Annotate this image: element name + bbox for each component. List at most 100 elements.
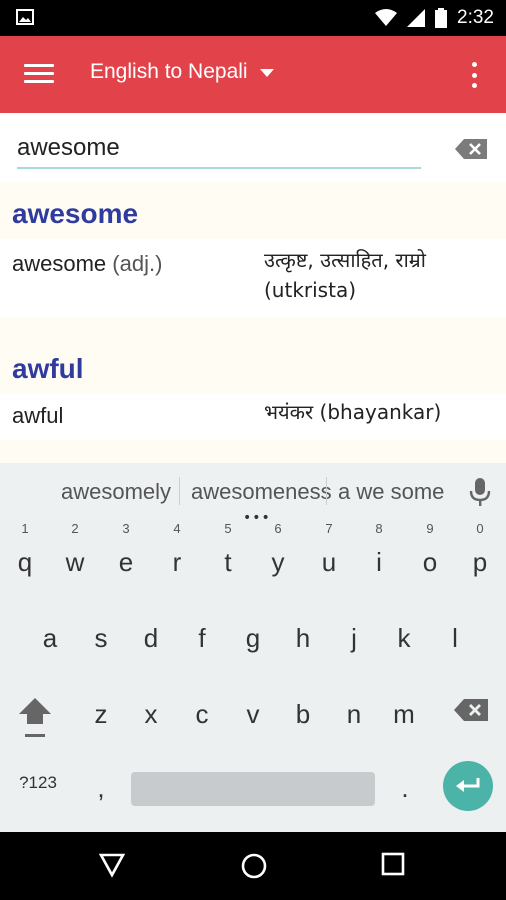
key-hint: 4 bbox=[173, 521, 181, 536]
more-vert-icon[interactable] bbox=[472, 62, 478, 88]
key-label: i bbox=[376, 547, 382, 577]
part-of-speech: (adj.) bbox=[112, 251, 163, 276]
key-t[interactable]: 5t bbox=[206, 521, 250, 578]
battery-icon bbox=[435, 8, 448, 28]
key-g[interactable]: g bbox=[231, 623, 275, 654]
suggestion-2[interactable]: awesomeness bbox=[191, 479, 332, 505]
suggestion-3[interactable]: a we some bbox=[338, 479, 444, 505]
image-notification-icon bbox=[16, 9, 34, 25]
nav-bar bbox=[0, 832, 506, 900]
key-hint: 0 bbox=[476, 521, 484, 536]
entry-word-text: awful bbox=[12, 403, 64, 428]
key-o[interactable]: 9o bbox=[408, 521, 452, 578]
key-f[interactable]: f bbox=[180, 623, 224, 654]
key-label: p bbox=[472, 547, 488, 577]
key-v[interactable]: v bbox=[231, 699, 275, 730]
transliteration-text: (utkrista) bbox=[264, 278, 357, 302]
list-item[interactable]: awful भयंकर (bhayankar) bbox=[0, 394, 506, 440]
symbols-key[interactable]: ?123 bbox=[15, 773, 61, 793]
space-key[interactable] bbox=[131, 772, 375, 806]
signal-icon bbox=[407, 9, 426, 27]
key-m[interactable]: m bbox=[382, 699, 426, 730]
key-a[interactable]: a bbox=[28, 623, 72, 654]
key-hint: 1 bbox=[21, 521, 29, 536]
key-w[interactable]: 2w bbox=[53, 521, 97, 578]
language-selector[interactable]: English to Nepali bbox=[90, 60, 274, 84]
key-r[interactable]: 4r bbox=[155, 521, 199, 578]
key-label: q bbox=[17, 547, 33, 577]
key-e[interactable]: 3e bbox=[104, 521, 148, 578]
backspace-key[interactable] bbox=[453, 698, 489, 722]
key-label: e bbox=[118, 547, 134, 577]
search-bar bbox=[0, 113, 506, 182]
suggestion-1[interactable]: awesomely bbox=[61, 479, 171, 505]
translation-text: उत्कृष्ट, उत्साहित, राम्रो bbox=[264, 248, 426, 272]
entry-translation: भयंकर (bhayankar) bbox=[264, 397, 494, 427]
key-hint: 9 bbox=[426, 521, 434, 536]
headword-row[interactable]: awful bbox=[0, 337, 506, 394]
key-c[interactable]: c bbox=[180, 699, 224, 730]
entry-word: awesome (adj.) bbox=[12, 251, 162, 277]
keyboard: awesomely awesomeness a we some ••• ?123… bbox=[0, 463, 506, 832]
key-b[interactable]: b bbox=[281, 699, 325, 730]
key-u[interactable]: 7u bbox=[307, 521, 351, 578]
list-item[interactable]: awesome (adj.) उत्कृष्ट, उत्साहित, राम्र… bbox=[0, 239, 506, 317]
entry-translation: उत्कृष्ट, उत्साहित, राम्रो (utkrista) bbox=[264, 245, 494, 305]
mic-icon[interactable] bbox=[469, 478, 491, 506]
key-y[interactable]: 6y bbox=[256, 521, 300, 578]
shift-key[interactable] bbox=[17, 696, 53, 740]
key-label: w bbox=[65, 547, 85, 577]
entry-word-text: awesome bbox=[12, 251, 107, 276]
key-h[interactable]: h bbox=[281, 623, 325, 654]
status-bar: 2:32 bbox=[0, 0, 506, 36]
key-z[interactable]: z bbox=[79, 699, 123, 730]
dropdown-caret-icon bbox=[259, 69, 274, 77]
suggestion-strip: awesomely awesomeness a we some ••• bbox=[0, 463, 506, 526]
results-list: awesome awesome (adj.) उत्कृष्ट, उत्साहि… bbox=[0, 182, 506, 463]
hamburger-menu-icon[interactable] bbox=[24, 64, 54, 86]
key-hint: 2 bbox=[71, 521, 79, 536]
key-hint: 8 bbox=[375, 521, 383, 536]
key-l[interactable]: l bbox=[433, 623, 477, 654]
key-n[interactable]: n bbox=[332, 699, 376, 730]
backspace-clear-icon[interactable] bbox=[454, 138, 488, 160]
key-label: u bbox=[321, 547, 337, 577]
key-hint: 3 bbox=[122, 521, 130, 536]
key-label: y bbox=[271, 547, 285, 577]
app-bar: English to Nepali bbox=[0, 36, 506, 113]
home-icon[interactable] bbox=[240, 852, 268, 880]
recents-icon[interactable] bbox=[381, 852, 405, 876]
clock: 2:32 bbox=[457, 7, 494, 28]
key-s[interactable]: s bbox=[79, 623, 123, 654]
comma-key[interactable]: , bbox=[79, 773, 123, 804]
key-x[interactable]: x bbox=[129, 699, 173, 730]
enter-arrow-icon bbox=[456, 778, 480, 792]
key-hint: 6 bbox=[274, 521, 282, 536]
period-key[interactable]: . bbox=[383, 773, 427, 804]
search-input[interactable] bbox=[17, 129, 421, 169]
back-icon[interactable] bbox=[98, 852, 126, 878]
app-title: English to Nepali bbox=[90, 60, 248, 83]
suggestion-divider bbox=[326, 477, 327, 505]
key-i[interactable]: 8i bbox=[357, 521, 401, 578]
key-q[interactable]: 1q bbox=[3, 521, 47, 578]
key-d[interactable]: d bbox=[129, 623, 173, 654]
entry-word: awful bbox=[12, 403, 63, 429]
headword: awesome bbox=[12, 198, 139, 229]
enter-key[interactable] bbox=[443, 761, 493, 811]
suggestion-divider bbox=[179, 477, 180, 505]
key-p[interactable]: 0p bbox=[458, 521, 502, 578]
key-k[interactable]: k bbox=[382, 623, 426, 654]
key-label: t bbox=[224, 547, 232, 577]
translation-text: भयंकर (bhayankar) bbox=[264, 400, 442, 424]
key-label: o bbox=[422, 547, 438, 577]
wifi-icon bbox=[375, 9, 398, 26]
key-hint: 7 bbox=[325, 521, 333, 536]
key-label: r bbox=[172, 547, 182, 577]
key-j[interactable]: j bbox=[332, 623, 376, 654]
key-area: ?123 , . 1q2w3e4r5t6y7u8i9o0pasdfghjklzx… bbox=[0, 519, 506, 832]
key-hint: 5 bbox=[224, 521, 232, 536]
divider bbox=[0, 317, 506, 337]
divider bbox=[0, 440, 506, 460]
headword-row[interactable]: awesome bbox=[0, 182, 506, 239]
